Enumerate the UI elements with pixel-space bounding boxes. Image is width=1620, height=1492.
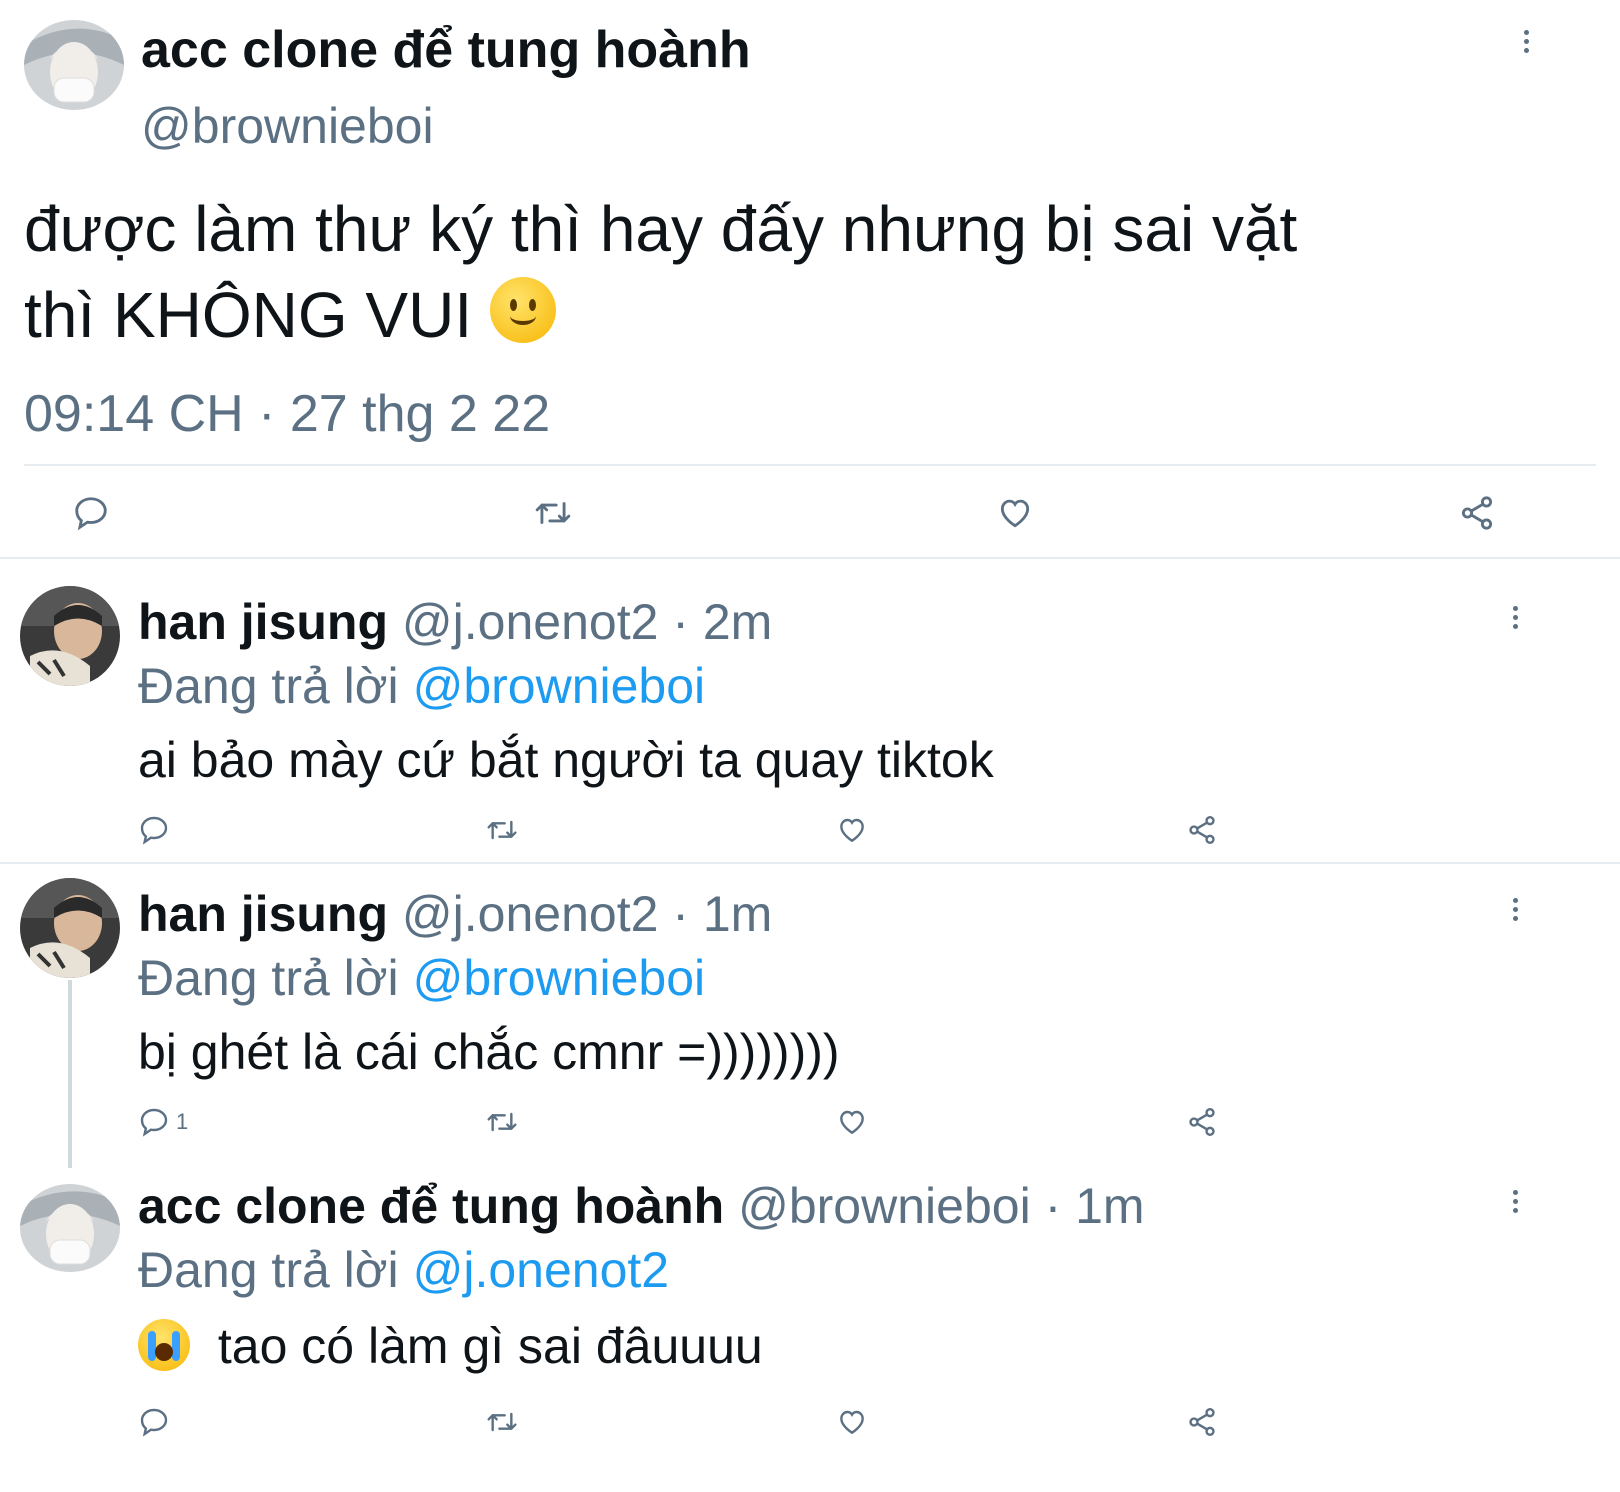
author-name[interactable]: han jisung xyxy=(138,594,388,650)
slightly-smiling-face-icon xyxy=(489,277,556,343)
replying-to: Đang trả lời @j.onenot2 xyxy=(138,1240,669,1300)
reply-icon[interactable]: 1 xyxy=(138,1106,188,1138)
replying-prefix: Đang trả lời xyxy=(138,1242,399,1298)
avatar[interactable] xyxy=(20,878,120,978)
reply-text-row: tao có làm gì sai đâuuuu xyxy=(138,1316,763,1376)
reply-icon[interactable] xyxy=(138,814,170,846)
divider xyxy=(0,557,1620,559)
author-meta[interactable]: @j.onenot2 · 1m xyxy=(402,886,772,942)
share-icon[interactable] xyxy=(1458,494,1496,532)
retweet-icon[interactable] xyxy=(532,494,574,532)
author-name[interactable]: acc clone để tung hoành xyxy=(138,1178,724,1234)
replying-prefix: Đang trả lời xyxy=(138,658,399,714)
reply-text: tao có làm gì sai đâuuuu xyxy=(217,1318,763,1374)
replying-to: Đang trả lời @brownieboi xyxy=(138,948,705,1008)
retweet-icon[interactable] xyxy=(484,1106,520,1138)
share-icon[interactable] xyxy=(1186,814,1218,846)
more-icon[interactable] xyxy=(1513,898,1523,925)
mention-link[interactable]: @brownieboi xyxy=(413,658,706,714)
author-meta[interactable]: @j.onenot2 · 2m xyxy=(402,594,772,650)
reply-text: bị ghét là cái chắc cmnr =)))))))) xyxy=(138,1024,840,1080)
timestamp[interactable]: 09:14 CH · 27 thg 2 22 xyxy=(24,384,550,444)
reply-text: ai bảo mày cứ bắt người ta quay tiktok xyxy=(138,732,994,788)
divider xyxy=(24,464,1596,466)
replying-to: Đang trả lời @brownieboi xyxy=(138,656,705,716)
share-icon[interactable] xyxy=(1186,1406,1218,1438)
share-icon[interactable] xyxy=(1186,1106,1218,1138)
reply-icon[interactable] xyxy=(72,494,110,532)
reply-icon[interactable] xyxy=(138,1406,170,1438)
like-icon[interactable] xyxy=(836,1106,868,1138)
mention-link[interactable]: @brownieboi xyxy=(413,950,706,1006)
reply-header: han jisung @j.onenot2 · 1m xyxy=(138,884,772,944)
author-name[interactable]: acc clone để tung hoành xyxy=(141,20,751,80)
avatar[interactable] xyxy=(24,20,124,110)
reply-count: 1 xyxy=(176,1109,189,1134)
like-icon[interactable] xyxy=(996,494,1034,532)
tweet-text: được làm thư ký thì hay đấy nhưng bị sai… xyxy=(24,186,1584,358)
mention-link[interactable]: @j.onenot2 xyxy=(413,1242,670,1298)
tweet-text-line-2: thì KHÔNG VUI xyxy=(24,272,1584,358)
reply-header: han jisung @j.onenot2 · 2m xyxy=(138,592,772,652)
retweet-icon[interactable] xyxy=(484,1406,520,1438)
author-handle[interactable]: @brownieboi xyxy=(141,96,434,156)
more-icon[interactable] xyxy=(1513,606,1523,633)
avatar[interactable] xyxy=(20,1184,120,1272)
more-icon[interactable] xyxy=(1513,1190,1523,1217)
loudly-crying-face-icon xyxy=(138,1319,190,1371)
like-icon[interactable] xyxy=(836,1406,868,1438)
author-name[interactable]: han jisung xyxy=(138,886,388,942)
divider xyxy=(0,862,1620,864)
replying-prefix: Đang trả lời xyxy=(138,950,399,1006)
thread-line xyxy=(68,980,72,1168)
tweet-text-line-1: được làm thư ký thì hay đấy nhưng bị sai… xyxy=(24,193,1298,265)
reply-header: acc clone để tung hoành @brownieboi · 1m xyxy=(138,1176,1145,1236)
like-icon[interactable] xyxy=(836,814,868,846)
avatar[interactable] xyxy=(20,586,120,686)
more-icon[interactable] xyxy=(1524,30,1534,57)
author-meta[interactable]: @brownieboi · 1m xyxy=(738,1178,1144,1234)
retweet-icon[interactable] xyxy=(484,814,520,846)
